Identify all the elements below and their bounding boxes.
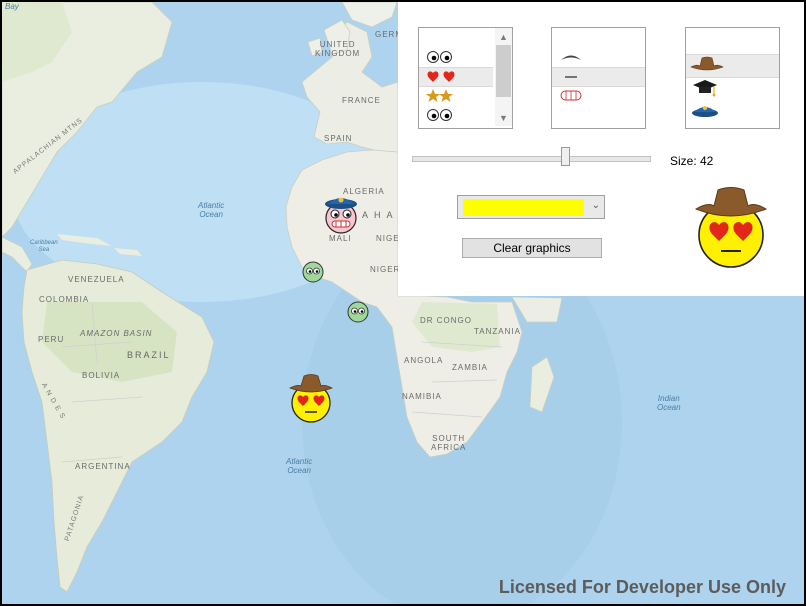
symbol-preview bbox=[694, 187, 768, 268]
police-cap-icon bbox=[692, 106, 718, 117]
graduation-cap-icon bbox=[693, 80, 717, 97]
list-item-graduation-cap[interactable] bbox=[686, 78, 779, 98]
mouth-listbox[interactable] bbox=[551, 27, 646, 129]
map-graphic-green-face[interactable] bbox=[346, 300, 370, 324]
label-zambia: ZAMBIA bbox=[452, 363, 488, 372]
scroll-down-icon[interactable]: ▼ bbox=[495, 109, 512, 126]
label-peru: PERU bbox=[38, 335, 65, 344]
label-dr-congo: DR CONGO bbox=[420, 316, 472, 325]
label-namibia: NAMIBIA bbox=[402, 392, 442, 401]
grin-teeth-icon bbox=[560, 90, 582, 101]
eyebrow-icon bbox=[561, 55, 581, 60]
size-label: Size: 42 bbox=[670, 154, 714, 168]
list-item-eyebrow[interactable] bbox=[552, 48, 645, 66]
label-sahara: A H A bbox=[362, 210, 395, 220]
label-amazon-basin: AMAZON BASIN bbox=[80, 329, 153, 338]
list-item-googly-eyes[interactable] bbox=[419, 106, 493, 124]
eyes-scrollbar[interactable]: ▲ ▼ bbox=[495, 28, 512, 126]
map-graphic-green-face[interactable] bbox=[301, 260, 325, 284]
label-united-kingdom: UNITED KINGDOM bbox=[315, 40, 361, 58]
color-swatch bbox=[463, 199, 584, 216]
label-atlantic-north: Atlantic Ocean bbox=[198, 201, 225, 219]
cowboy-hat-icon bbox=[690, 56, 724, 71]
label-indian-ocean: Indian Ocean bbox=[657, 394, 681, 412]
label-tanzania: TANZANIA bbox=[474, 327, 521, 336]
eyes-listbox[interactable]: ▲ ▼ bbox=[418, 27, 513, 129]
clear-graphics-button[interactable]: Clear graphics bbox=[462, 238, 602, 258]
list-item-police-cap[interactable] bbox=[686, 100, 779, 120]
label-angola: ANGOLA bbox=[404, 356, 444, 365]
map-graphic-police-face[interactable] bbox=[320, 192, 362, 236]
label-brazil: BRAZIL bbox=[127, 350, 171, 360]
star-eyes-icon bbox=[426, 89, 453, 102]
list-item-cowboy-hat[interactable] bbox=[686, 54, 779, 78]
map-view[interactable]: UNITED KINGDOM GERM FRANCE SPAIN ALGERIA… bbox=[2, 2, 804, 604]
license-watermark: Licensed For Developer Use Only bbox=[498, 577, 786, 597]
size-slider-thumb[interactable] bbox=[561, 147, 570, 166]
list-item-grin-teeth[interactable] bbox=[552, 87, 645, 105]
symbol-editor-panel: ▲ ▼ Size: 42 ⌄ Clear graphics bbox=[398, 2, 804, 296]
label-argentina: ARGENTINA bbox=[75, 462, 131, 471]
googly-eyes-icon bbox=[427, 51, 452, 63]
hat-listbox[interactable] bbox=[685, 27, 780, 129]
scroll-up-icon[interactable]: ▲ bbox=[495, 28, 512, 45]
color-dropdown[interactable]: ⌄ bbox=[457, 195, 605, 219]
label-spain: SPAIN bbox=[324, 134, 353, 143]
flat-mouth-icon bbox=[565, 76, 577, 78]
scroll-thumb[interactable] bbox=[496, 45, 511, 97]
list-item-star-eyes[interactable] bbox=[419, 87, 493, 105]
list-item-flat-mouth[interactable] bbox=[552, 67, 645, 87]
label-south-africa: SOUTH AFRICA bbox=[431, 434, 467, 452]
list-item-heart-eyes[interactable] bbox=[419, 67, 493, 87]
label-caribbean: Caribbean Sea bbox=[30, 240, 58, 253]
label-bay: Bay bbox=[5, 2, 19, 11]
chevron-down-icon[interactable]: ⌄ bbox=[592, 200, 600, 211]
label-atlantic-south: Atlantic Ocean bbox=[286, 457, 313, 475]
size-slider-track[interactable] bbox=[412, 156, 651, 162]
map-graphic-cowboy-face[interactable] bbox=[288, 372, 334, 424]
label-bolivia: BOLIVIA bbox=[82, 371, 121, 380]
label-france: FRANCE bbox=[342, 96, 381, 105]
label-venezuela: VENEZUELA bbox=[68, 275, 125, 284]
list-item-googly-eyes[interactable] bbox=[419, 48, 493, 66]
heart-eyes-icon bbox=[427, 71, 455, 82]
label-colombia: COLOMBIA bbox=[39, 295, 90, 304]
googly-eyes-icon bbox=[427, 109, 452, 121]
